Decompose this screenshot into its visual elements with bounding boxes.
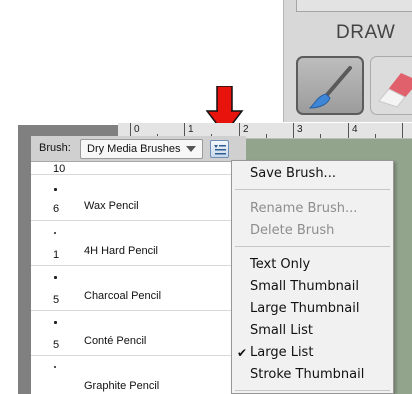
ruler-tick — [266, 134, 267, 138]
brush-size: 6 — [53, 203, 60, 215]
toolbox-header-strip — [296, 0, 412, 12]
menu-item-large-thumbnail[interactable]: Large Thumbnail — [250, 301, 359, 316]
brush-name: 4H Hard Pencil — [84, 245, 158, 257]
ruler-tick — [402, 123, 403, 138]
brush-name: Wax Pencil — [84, 200, 139, 212]
brush-panel-menu: Save Brush... Rename Brush... Delete Bru… — [231, 160, 394, 394]
ruler-tick-label: 0 — [134, 124, 140, 135]
brush-size: 5 — [53, 294, 60, 306]
eraser-icon — [378, 73, 412, 108]
brush-list-item[interactable]: 5 Conté Pencil — [31, 311, 231, 356]
brush-name: Conté Pencil — [84, 335, 147, 347]
brush-tip-preview — [54, 321, 57, 324]
panel-menu-icon — [214, 145, 226, 155]
brush-list-item[interactable]: Graphite Pencil — [31, 356, 231, 394]
menu-item-delete-brush[interactable]: Delete Brush — [250, 223, 334, 238]
brush-tip-preview — [54, 366, 56, 368]
ruler-tick-label: 4 — [352, 124, 358, 135]
ruler-tick — [348, 123, 349, 138]
brush-name: Charcoal Pencil — [84, 290, 162, 302]
brush-tip-preview — [54, 276, 57, 279]
paintbrush-icon — [308, 66, 352, 109]
brush-label: Brush: — [39, 142, 71, 154]
menu-item-rename-brush[interactable]: Rename Brush... — [250, 201, 357, 216]
eraser-tool-button[interactable] — [370, 56, 412, 115]
brush-list-item[interactable]: 6 Wax Pencil — [31, 176, 231, 221]
ruler-tick-label: 1 — [188, 124, 194, 135]
brush-list-item[interactable]: 1 4H Hard Pencil — [31, 221, 231, 266]
brush-tip-preview — [54, 188, 57, 191]
brush-size: 5 — [53, 339, 60, 351]
menu-separator — [235, 246, 390, 247]
draw-section-label: DRAW — [336, 22, 396, 43]
chevron-down-icon — [186, 146, 196, 152]
ruler-tick — [320, 134, 321, 138]
brush-name: Graphite Pencil — [84, 380, 160, 392]
brush-size: 10 — [53, 163, 66, 175]
checkmark-icon: ✔ — [237, 346, 248, 360]
ruler-tick — [293, 123, 294, 138]
brush-tool-button[interactable] — [296, 56, 364, 115]
menu-item-stroke-thumbnail[interactable]: Stroke Thumbnail — [250, 367, 364, 382]
brush-size: 1 — [53, 249, 60, 261]
ruler-tick-label: 2 — [243, 124, 249, 135]
brush-list-item[interactable]: 5 Charcoal Pencil — [31, 266, 231, 311]
menu-item-small-list[interactable]: Small List — [250, 323, 313, 338]
menu-item-save-brush[interactable]: Save Brush... — [250, 166, 336, 181]
brush-list-item[interactable]: 10 — [31, 162, 231, 175]
menu-item-small-thumbnail[interactable]: Small Thumbnail — [250, 279, 359, 294]
brush-library-select[interactable]: Dry Media Brushes — [80, 139, 203, 159]
menu-separator — [235, 390, 390, 391]
panel-menu-button[interactable] — [210, 140, 229, 158]
ruler-tick — [375, 134, 376, 138]
menu-item-large-list[interactable]: Large List — [250, 345, 313, 360]
ruler-tick-label: 3 — [297, 124, 303, 135]
menu-item-text-only[interactable]: Text Only — [250, 257, 310, 272]
brush-list: 10 6 Wax Pencil 1 4H Hard Pencil 5 Charc… — [31, 162, 231, 394]
menu-separator — [235, 189, 390, 190]
brush-library-value: Dry Media Brushes — [87, 143, 181, 155]
brush-tip-preview — [54, 232, 56, 234]
